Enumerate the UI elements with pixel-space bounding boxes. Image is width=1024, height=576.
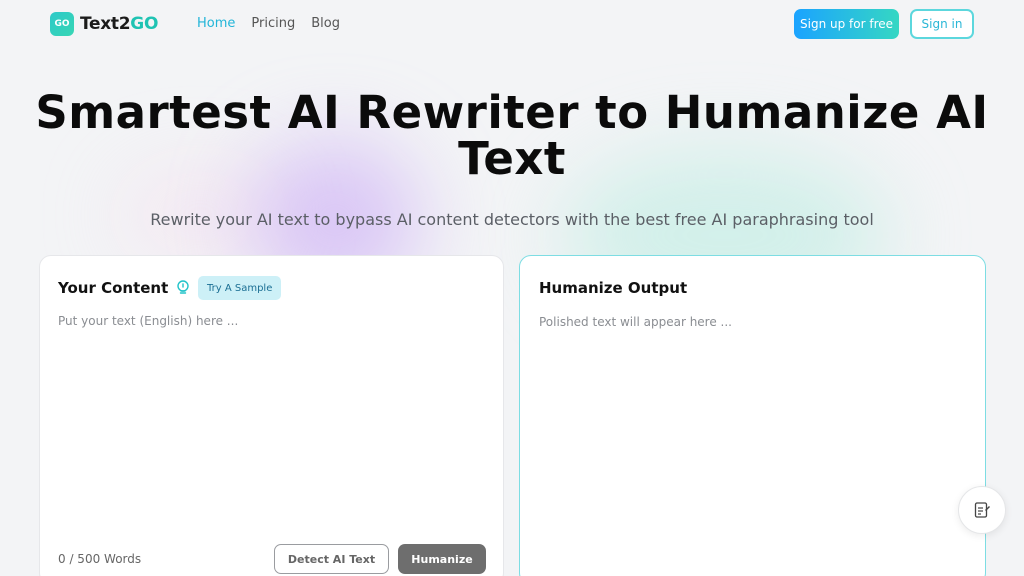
signup-button[interactable]: Sign up for free bbox=[794, 9, 899, 39]
top-navbar: GO Text2GO Home Pricing Blog Sign up for… bbox=[0, 0, 1024, 48]
logo-text-prefix: Text2 bbox=[80, 14, 131, 34]
hero-title: Smartest AI Rewriter to Humanize AI Text bbox=[35, 86, 989, 185]
main-nav: Home Pricing Blog bbox=[197, 16, 340, 31]
content-input[interactable] bbox=[58, 314, 488, 534]
note-edit-icon bbox=[974, 502, 990, 518]
output-panel-title: Humanize Output bbox=[539, 279, 688, 297]
lightbulb-icon bbox=[177, 280, 189, 294]
input-panel-title: Your Content bbox=[58, 279, 169, 297]
humanize-button[interactable]: Humanize bbox=[398, 544, 486, 574]
try-sample-button[interactable]: Try A Sample bbox=[198, 276, 282, 300]
output-panel: Humanize Output Polished text will appea… bbox=[519, 255, 986, 576]
nav-blog[interactable]: Blog bbox=[311, 16, 340, 31]
input-panel: Your Content Try A Sample 0 / 500 Words … bbox=[39, 255, 504, 576]
logo-text: Text2GO bbox=[80, 14, 158, 34]
nav-pricing[interactable]: Pricing bbox=[251, 16, 295, 31]
detect-ai-text-button[interactable]: Detect AI Text bbox=[274, 544, 389, 574]
output-text: Polished text will appear here ... bbox=[539, 315, 732, 329]
hero-subtitle: Rewrite your AI text to bypass AI conten… bbox=[150, 210, 874, 229]
logo-text-suffix: GO bbox=[130, 14, 159, 34]
signin-button[interactable]: Sign in bbox=[910, 9, 974, 39]
logo-badge-text: GO bbox=[54, 19, 70, 29]
floating-action-button[interactable] bbox=[958, 486, 1006, 534]
word-count: 0 / 500 Words bbox=[58, 552, 142, 566]
logo-icon: GO bbox=[50, 12, 74, 36]
nav-home[interactable]: Home bbox=[197, 16, 235, 31]
logo[interactable]: GO Text2GO bbox=[50, 12, 158, 36]
